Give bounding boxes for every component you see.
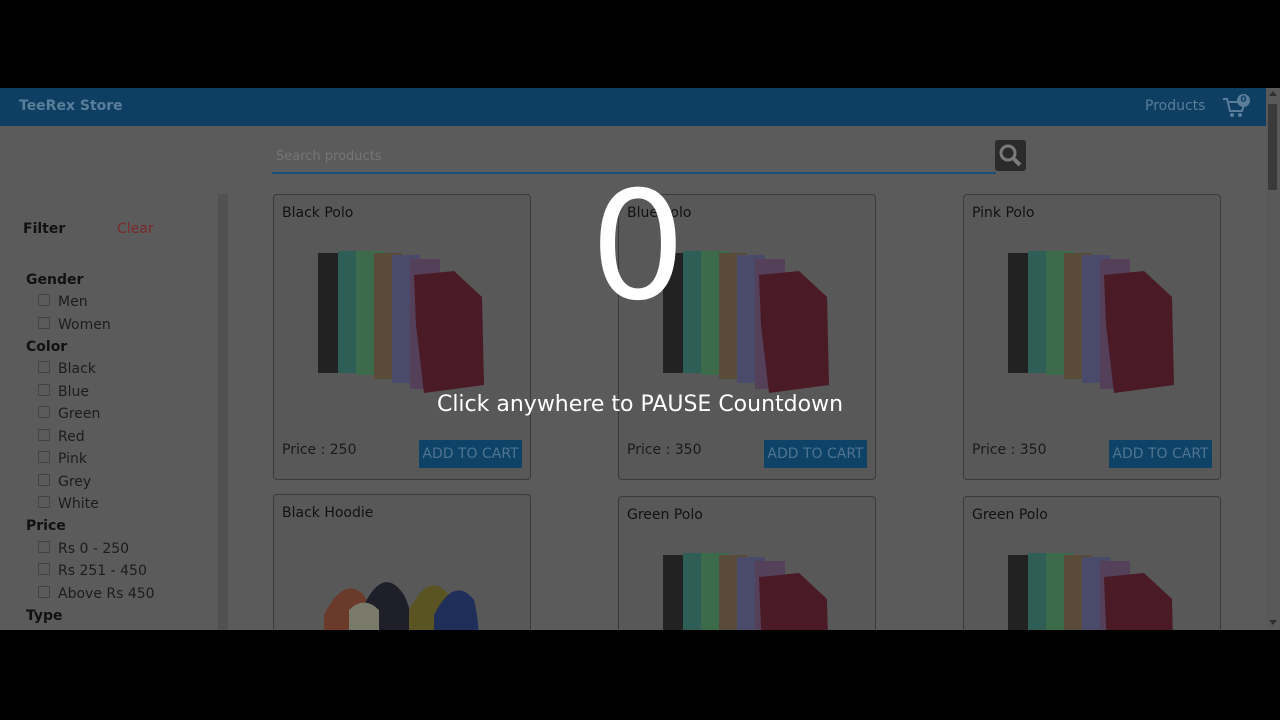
option-label: Men: [58, 294, 88, 310]
filter-option-women[interactable]: Women: [38, 317, 111, 333]
checkbox[interactable]: [38, 317, 50, 329]
scrollbar-thumb[interactable]: [1268, 104, 1277, 190]
filter-option-green[interactable]: Green: [38, 406, 100, 422]
countdown-message[interactable]: Click anywhere to PAUSE Countdown: [340, 392, 940, 417]
filter-option-red[interactable]: Red: [38, 429, 85, 445]
cart-count-badge: 0: [1237, 94, 1250, 107]
option-label: White: [58, 496, 99, 512]
option-label: Above Rs 450: [58, 586, 155, 602]
scroll-down-icon[interactable]: [1269, 620, 1277, 625]
product-card: Green Polo: [963, 496, 1221, 630]
filter-option-price-above-450[interactable]: Above Rs 450: [38, 586, 155, 602]
scroll-up-icon[interactable]: [1269, 91, 1277, 96]
checkbox[interactable]: [38, 361, 50, 373]
checkbox[interactable]: [38, 429, 50, 441]
polo-shirts-image: [663, 553, 828, 630]
filter-option-black[interactable]: Black: [38, 361, 96, 377]
option-label: Rs 0 - 250: [58, 541, 130, 557]
app-viewport: TeeRex Store Products 0 Filter Clear Gen…: [0, 88, 1280, 630]
option-label: Rs 251 - 450: [58, 563, 147, 579]
checkbox[interactable]: [38, 541, 50, 553]
nav-products-link[interactable]: Products: [1145, 98, 1205, 114]
filter-option-pink[interactable]: Pink: [38, 451, 87, 467]
filter-clear-button[interactable]: Clear: [117, 221, 154, 237]
countdown-number: 0: [590, 160, 686, 334]
product-price: Price : 350: [627, 442, 702, 458]
filter-group-gender: Gender: [26, 272, 84, 288]
add-to-cart-button[interactable]: ADD TO CART: [419, 440, 522, 468]
filter-group-type: Type: [26, 608, 63, 624]
checkbox[interactable]: [38, 451, 50, 463]
product-name: Green Polo: [972, 507, 1048, 523]
polo-shirts-image: [1008, 251, 1174, 393]
search-icon[interactable]: [995, 140, 1026, 171]
product-name: Pink Polo: [972, 205, 1035, 221]
polo-shirts-image: [1008, 553, 1173, 630]
product-name: Green Polo: [627, 507, 703, 523]
filter-option-men[interactable]: Men: [38, 294, 88, 310]
option-label: Green: [58, 406, 101, 422]
product-card: Green Polo: [618, 496, 876, 630]
product-price: Price : 250: [282, 442, 357, 458]
product-price: Price : 350: [972, 442, 1047, 458]
filter-title: Filter: [23, 221, 66, 237]
product-card: Pink Polo Price : 350 ADD TO CART: [963, 194, 1221, 480]
option-label: Women: [58, 317, 111, 333]
filter-option-price-0-250[interactable]: Rs 0 - 250: [38, 541, 129, 557]
checkbox[interactable]: [38, 563, 50, 575]
option-label: Red: [58, 429, 85, 445]
sidebar-divider: [218, 194, 228, 630]
option-label: Grey: [58, 474, 92, 490]
filter-group-color: Color: [26, 339, 68, 355]
hoodies-image: [324, 582, 479, 630]
brand-logo[interactable]: TeeRex Store: [19, 98, 123, 114]
add-to-cart-button[interactable]: ADD TO CART: [1109, 440, 1212, 468]
checkbox[interactable]: [38, 294, 50, 306]
checkbox[interactable]: [38, 384, 50, 396]
checkbox[interactable]: [38, 474, 50, 486]
product-card: Black Hoodie: [273, 494, 531, 630]
filter-option-grey[interactable]: Grey: [38, 474, 91, 490]
filter-group-price: Price: [26, 518, 66, 534]
option-label: Blue: [58, 384, 89, 400]
filter-option-white[interactable]: White: [38, 496, 99, 512]
filter-option-price-251-450[interactable]: Rs 251 - 450: [38, 563, 147, 579]
checkbox[interactable]: [38, 406, 50, 418]
add-to-cart-button[interactable]: ADD TO CART: [764, 440, 867, 468]
product-name: Black Polo: [282, 205, 354, 221]
checkbox[interactable]: [38, 496, 50, 508]
filter-option-blue[interactable]: Blue: [38, 384, 89, 400]
checkbox[interactable]: [38, 586, 50, 598]
product-name: Black Hoodie: [282, 505, 374, 521]
product-card: Black Polo Price : 250 ADD TO CART: [273, 194, 531, 480]
option-label: Pink: [58, 451, 88, 467]
navbar: TeeRex Store Products 0: [0, 88, 1266, 126]
option-label: Black: [58, 361, 96, 377]
vertical-scrollbar[interactable]: [1266, 88, 1280, 630]
